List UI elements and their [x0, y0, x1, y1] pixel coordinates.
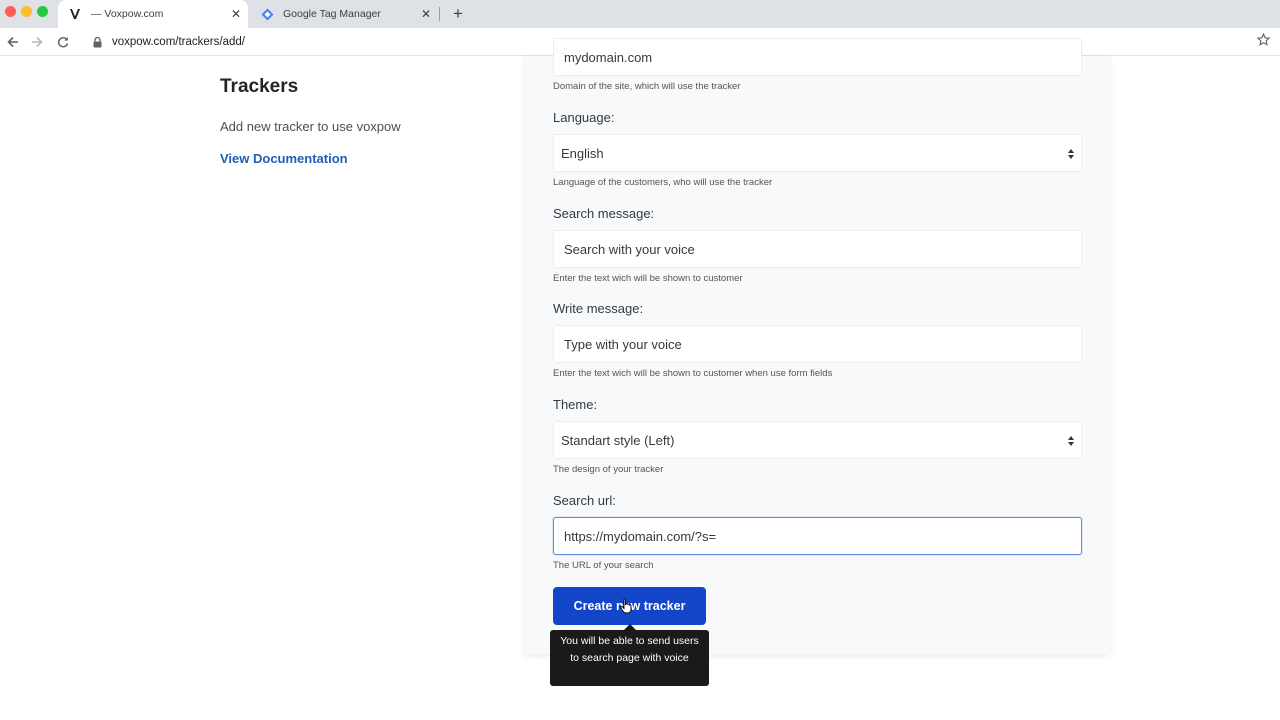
theme-label: Theme:	[553, 397, 598, 412]
tab-google-tag-manager[interactable]: Google Tag Manager ✕	[250, 0, 438, 28]
search-url-value: https://mydomain.com/?s=	[564, 528, 717, 544]
browser-tab-strip: — Voxpow.com ✕ Google Tag Manager ✕ +	[0, 0, 1280, 28]
write-message-label: Write message:	[553, 301, 644, 316]
page-header: Trackers Add new tracker to use voxpow V…	[220, 76, 500, 167]
page-title: Trackers	[220, 76, 299, 97]
bookmark-star-icon[interactable]	[1256, 32, 1270, 46]
theme-help-text: The design of your tracker	[553, 464, 664, 475]
button-tooltip: You will be able to send users to search…	[550, 630, 709, 686]
write-message-help-text: Enter the text wich will be shown to cus…	[553, 368, 833, 379]
search-message-label: Search message:	[553, 206, 655, 221]
search-message-value: Search with your voice	[564, 241, 695, 257]
chrome-overlap-spacer	[524, 28, 1110, 56]
language-help-text: Language of the customers, who will use …	[553, 177, 773, 188]
plus-icon[interactable]: +	[449, 4, 467, 23]
tag-manager-diamond-icon	[259, 6, 275, 22]
forward-arrow-icon[interactable]	[28, 33, 46, 51]
close-icon[interactable]: ✕	[228, 6, 244, 22]
voxpow-v-icon	[67, 6, 83, 22]
language-label: Language:	[553, 110, 615, 125]
tab-divider	[439, 7, 440, 21]
window-close-button[interactable]	[5, 6, 16, 17]
language-select[interactable]: English	[553, 134, 1082, 172]
view-documentation-link[interactable]: View Documentation	[220, 151, 500, 167]
back-arrow-icon[interactable]	[4, 33, 22, 51]
tab-voxpow[interactable]: — Voxpow.com ✕	[58, 0, 248, 28]
language-select-value: English	[561, 145, 604, 161]
lock-icon	[90, 35, 104, 49]
domain-help-text: Domain of the site, which will use the t…	[553, 81, 741, 92]
select-arrows-icon	[1067, 434, 1075, 448]
window-minimize-button[interactable]	[21, 6, 32, 17]
tab-title: — Voxpow.com	[91, 8, 164, 20]
window-zoom-button[interactable]	[37, 6, 48, 17]
search-url-help-text: The URL of your search	[553, 560, 654, 571]
write-message-input[interactable]: Type with your voice	[553, 325, 1082, 363]
search-url-label: Search url:	[553, 493, 616, 508]
url-text: voxpow.com/trackers/add/	[112, 36, 245, 48]
search-message-input[interactable]: Search with your voice	[553, 230, 1082, 268]
search-message-help-text: Enter the text wich will be shown to cus…	[553, 273, 743, 284]
hand-cursor-icon	[620, 598, 632, 614]
write-message-value: Type with your voice	[564, 336, 682, 352]
search-url-input[interactable]: https://mydomain.com/?s=	[553, 517, 1082, 555]
reload-icon[interactable]	[54, 33, 72, 51]
theme-select-value: Standart style (Left)	[561, 432, 675, 448]
close-icon[interactable]: ✕	[418, 6, 434, 22]
page-subtitle: Add new tracker to use voxpow	[220, 119, 401, 134]
select-arrows-icon	[1067, 147, 1075, 161]
theme-select[interactable]: Standart style (Left)	[553, 421, 1082, 459]
tab-title: Google Tag Manager	[283, 8, 381, 20]
